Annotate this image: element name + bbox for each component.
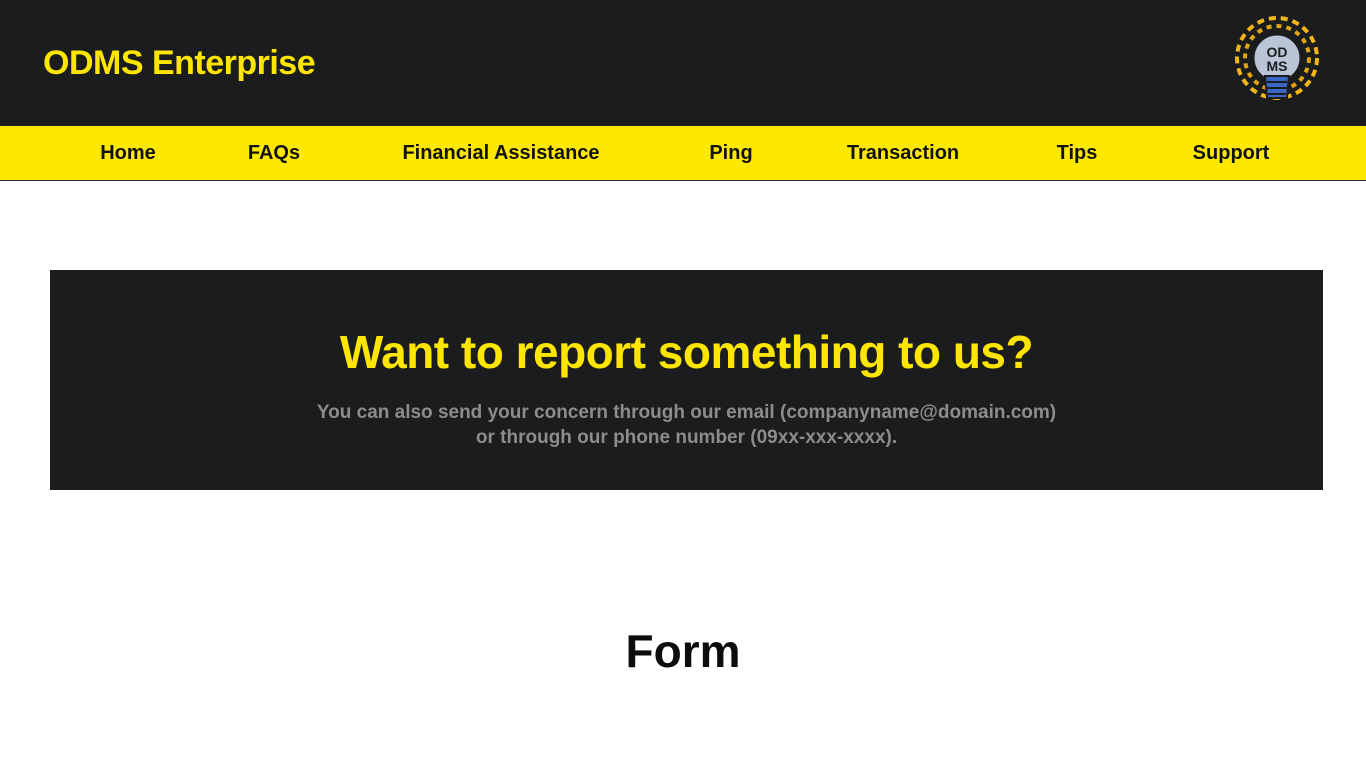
- banner-subtitle-line2: or through our phone number (09xx-xxx-xx…: [475, 427, 898, 448]
- nav-item-transaction[interactable]: Transaction: [847, 126, 959, 180]
- banner-title: Want to report something to us?: [339, 326, 1034, 378]
- nav-item-support[interactable]: Support: [1193, 126, 1270, 180]
- logo-text-bottom: MS: [1267, 58, 1288, 74]
- form-heading: Form: [625, 625, 741, 677]
- banner-subtitle-line1: You can also send your concern through o…: [316, 402, 1057, 423]
- banner-subtitle: You can also send your concern through o…: [50, 400, 1323, 450]
- lightbulb-logo-icon[interactable]: OD MS: [1229, 16, 1325, 108]
- nav-item-financial-assistance[interactable]: Financial Assistance: [402, 126, 599, 180]
- nav-item-tips[interactable]: Tips: [1057, 126, 1098, 180]
- brand-title[interactable]: ODMS Enterprise: [43, 42, 316, 84]
- top-header: ODMS Enterprise OD MS: [0, 0, 1366, 126]
- report-banner: Want to report something to us? You can …: [50, 270, 1323, 490]
- main-nav: Home FAQs Financial Assistance Ping Tran…: [0, 126, 1366, 181]
- nav-item-faqs[interactable]: FAQs: [248, 126, 300, 180]
- nav-item-home[interactable]: Home: [100, 126, 156, 180]
- nav-item-ping[interactable]: Ping: [709, 126, 752, 180]
